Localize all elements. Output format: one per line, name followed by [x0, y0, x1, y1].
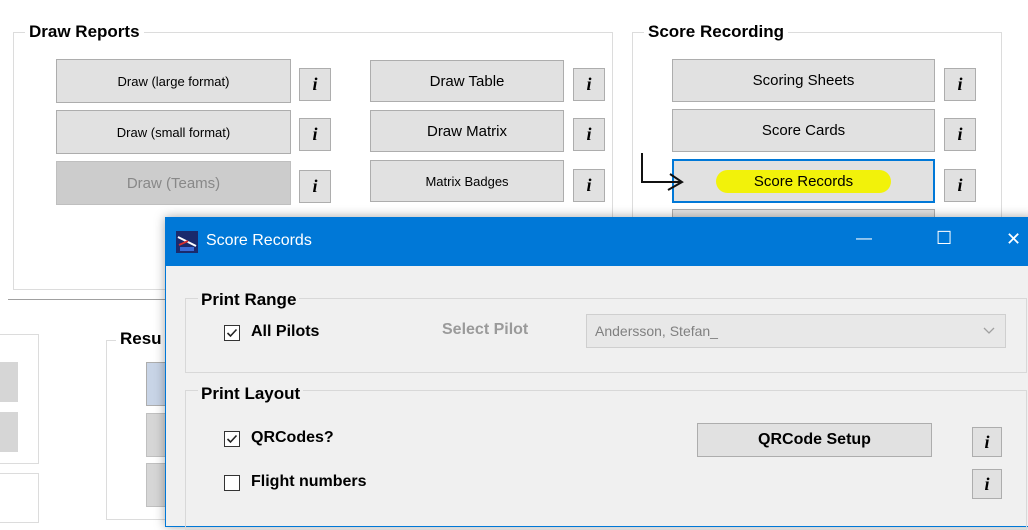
draw-matrix-info-button[interactable]: i	[573, 118, 605, 151]
left-partial-group-2	[0, 473, 39, 523]
results-title: Resu	[116, 329, 166, 349]
dialog-title: Score Records	[206, 232, 312, 249]
print-layout-title: Print Layout	[198, 384, 304, 404]
qrcode-setup-info-button[interactable]: i	[972, 427, 1002, 457]
all-pilots-checkbox[interactable]	[224, 325, 240, 341]
flight-numbers-info-button[interactable]: i	[972, 469, 1002, 499]
print-layout-group	[185, 390, 1027, 530]
draw-reports-title: Draw Reports	[25, 22, 144, 42]
checkmark-icon	[226, 434, 238, 444]
all-pilots-label: All Pilots	[251, 323, 320, 340]
draw-matrix-button[interactable]: Draw Matrix	[370, 110, 564, 152]
draw-table-info-button[interactable]: i	[573, 68, 605, 101]
results-partial-button-1[interactable]	[146, 362, 166, 406]
select-pilot-label: Select Pilot	[442, 321, 529, 338]
score-records-button[interactable]: Score Records	[672, 159, 935, 203]
scoring-sheets-info-button[interactable]: i	[944, 68, 976, 101]
flight-numbers-label: Flight numbers	[251, 473, 367, 490]
close-button[interactable]: ✕	[1006, 229, 1021, 250]
arrow-annotation-icon	[641, 153, 684, 191]
flight-numbers-checkbox[interactable]	[224, 475, 240, 491]
score-records-info-button[interactable]: i	[944, 169, 976, 202]
draw-large-format-button[interactable]: Draw (large format)	[56, 59, 291, 103]
qrcodes-label: QRCodes?	[251, 429, 334, 446]
print-range-title: Print Range	[198, 290, 300, 310]
dialog-title-bar[interactable]: Score Records — ☐ ✕	[166, 218, 1028, 266]
draw-small-info-button[interactable]: i	[299, 118, 331, 151]
qrcode-setup-button[interactable]: QRCode Setup	[697, 423, 932, 457]
minimize-button[interactable]: —	[856, 230, 872, 248]
left-partial-button-1[interactable]	[0, 362, 18, 402]
draw-teams-button[interactable]: Draw (Teams)	[56, 161, 291, 205]
checkmark-icon	[226, 328, 238, 338]
left-partial-button-2[interactable]	[0, 412, 18, 452]
main-separator	[8, 299, 188, 300]
score-cards-info-button[interactable]: i	[944, 118, 976, 151]
draw-teams-info-button[interactable]: i	[299, 170, 331, 203]
chevron-down-icon	[983, 327, 995, 334]
score-recording-title: Score Recording	[644, 22, 789, 42]
draw-large-info-button[interactable]: i	[299, 68, 331, 101]
results-partial-button-3[interactable]	[146, 463, 166, 507]
score-cards-button[interactable]: Score Cards	[672, 109, 935, 152]
app-logo-icon	[176, 231, 198, 253]
draw-small-format-button[interactable]: Draw (small format)	[56, 110, 291, 154]
matrix-badges-info-button[interactable]: i	[573, 169, 605, 202]
scoring-sheets-button[interactable]: Scoring Sheets	[672, 59, 935, 102]
draw-table-button[interactable]: Draw Table	[370, 60, 564, 102]
score-records-highlight: Score Records	[715, 169, 892, 193]
score-records-dialog: Score Records — ☐ ✕ Print Range All Pilo…	[165, 217, 1028, 530]
qrcodes-checkbox[interactable]	[224, 431, 240, 447]
pilot-select-value: Andersson, Stefan_	[595, 323, 718, 339]
matrix-badges-button[interactable]: Matrix Badges	[370, 160, 564, 202]
results-partial-button-2[interactable]	[146, 413, 166, 457]
maximize-button[interactable]: ☐	[936, 228, 952, 249]
pilot-select[interactable]: Andersson, Stefan_	[586, 314, 1006, 348]
